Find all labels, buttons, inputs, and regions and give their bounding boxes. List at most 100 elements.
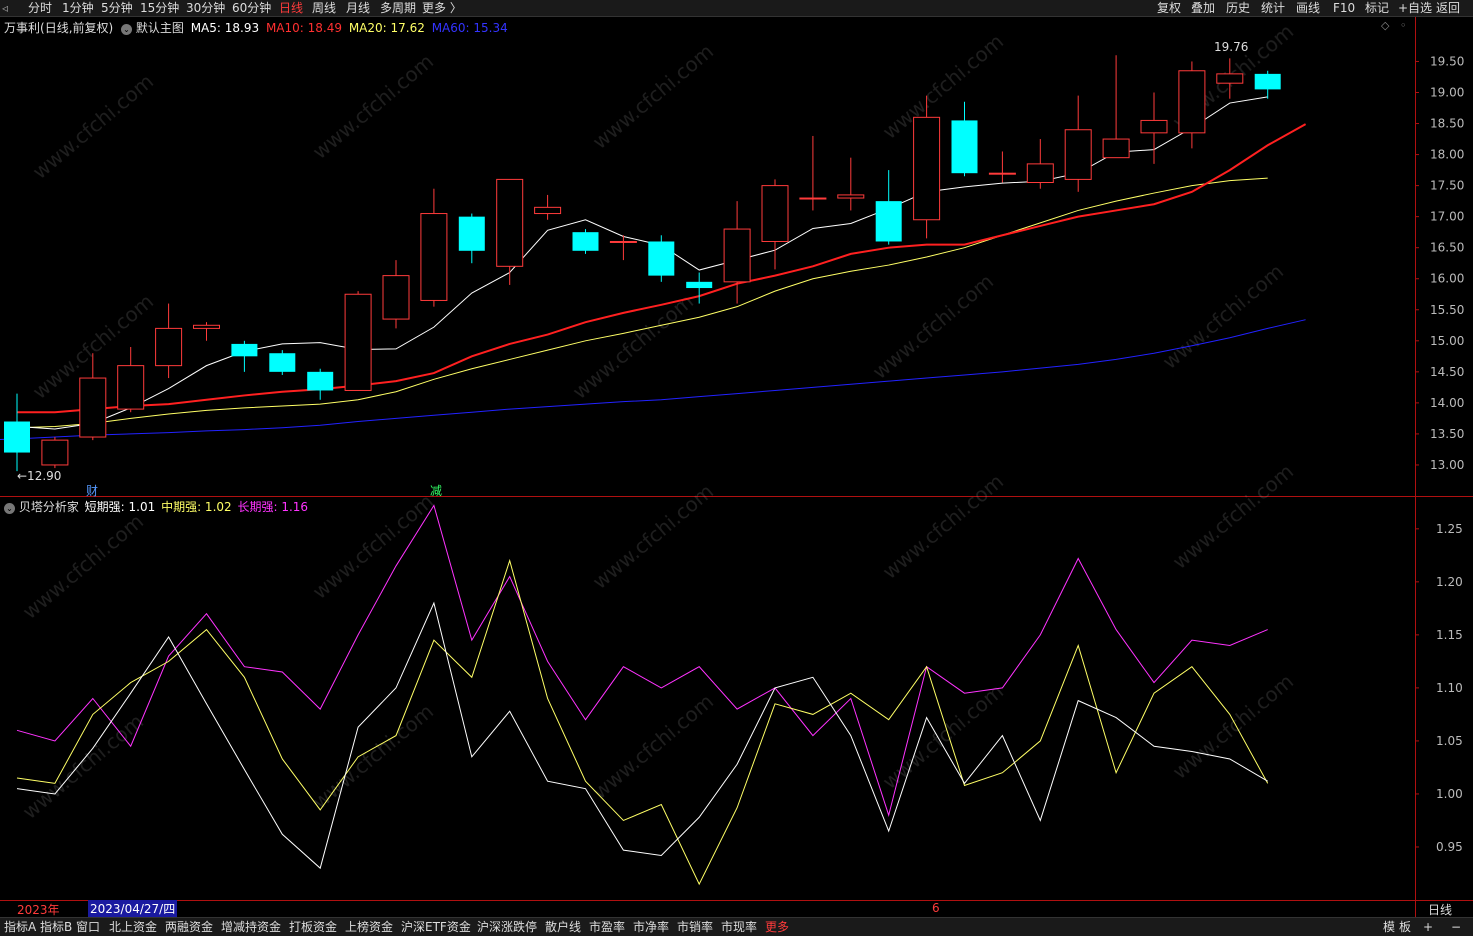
watermark-text: www.cfchi.com xyxy=(588,39,718,154)
period-indicator[interactable]: 日线 xyxy=(1428,901,1452,918)
bottom-tab-10[interactable]: 散户线 xyxy=(545,918,581,936)
chart-settings-icon[interactable]: ⌄ xyxy=(121,24,133,35)
candle xyxy=(1064,95,1092,192)
candle-body-down xyxy=(231,343,258,357)
candle-body-up xyxy=(1102,138,1130,159)
candle-body-up xyxy=(382,275,410,320)
price-tick-label: 16.00 xyxy=(1430,272,1464,286)
indicator-name[interactable]: 贝塔分析家 xyxy=(19,500,79,514)
bottom-tab-15[interactable]: 更多 xyxy=(765,918,789,936)
bottom-tab-0[interactable]: 指标A xyxy=(4,918,36,936)
ma20-label: MA20: 17.62 xyxy=(348,21,425,35)
bottom-right-0[interactable]: 模 xyxy=(1383,918,1395,936)
candle xyxy=(1102,55,1130,159)
candle-body-up xyxy=(79,377,107,438)
candle-body-down xyxy=(269,353,296,372)
bottom-tab-4[interactable]: 两融资金 xyxy=(165,918,213,936)
bottom-tab-6[interactable]: 打板资金 xyxy=(289,918,337,936)
chart-name[interactable]: 默认主图 xyxy=(136,21,184,35)
low-price-label: ←12.90 xyxy=(17,469,62,483)
candle xyxy=(117,347,145,413)
watermark-text: www.cfchi.com xyxy=(878,679,1008,794)
candle-body-up xyxy=(496,178,524,267)
price-tick-label: 13.00 xyxy=(1430,458,1464,472)
bottom-tab-5[interactable]: 增减持资金 xyxy=(221,918,281,936)
candle-body-down xyxy=(875,201,902,242)
watermark-text: www.cfchi.com xyxy=(1158,259,1288,374)
candle-body-down xyxy=(951,120,978,174)
watermark-text: www.cfchi.com xyxy=(308,49,438,164)
watermark-text: www.cfchi.com xyxy=(878,29,1008,144)
indicator-tick-label: 1.00 xyxy=(1436,787,1463,801)
price-tick-label: 13.50 xyxy=(1430,427,1464,441)
candle-body-up xyxy=(534,206,562,215)
bottom-tab-12[interactable]: 市净率 xyxy=(633,918,669,936)
candle-body-down xyxy=(572,232,599,251)
candle-body-down xyxy=(307,371,334,391)
diamond-icon[interactable]: ◇ xyxy=(1381,19,1389,32)
bottom-tab-7[interactable]: 上榜资金 xyxy=(345,918,393,936)
bottom-right-3[interactable]: − xyxy=(1451,918,1461,936)
bottom-tab-8[interactable]: 沪深ETF资金 xyxy=(401,918,471,936)
candle-body-up xyxy=(1064,129,1092,180)
candle xyxy=(193,322,220,341)
bottom-right-2[interactable]: + xyxy=(1423,918,1433,936)
candle xyxy=(761,179,789,270)
watermark-text: www.cfchi.com xyxy=(18,509,148,624)
price-tick-label: 19.50 xyxy=(1430,54,1464,68)
bottom-tabbar: 指标A 指标B 窗口 北上资金 两融资金 增减持资金 打板资金 上榜资金 沪深E… xyxy=(0,917,1473,936)
candle-body-up xyxy=(344,293,372,391)
watermark-text: www.cfchi.com xyxy=(308,489,438,604)
chart-area[interactable]: 13.00 13.50 14.00 14.50 15.00 15.50 16.00 16.50… xyxy=(0,0,1473,935)
candle-body-up xyxy=(420,213,448,301)
bottom-tab-9[interactable]: 沪深涨跌停 xyxy=(477,918,537,936)
bottom-tab-11[interactable]: 市盈率 xyxy=(589,918,625,936)
bottom-tab-13[interactable]: 市销率 xyxy=(677,918,713,936)
candle xyxy=(1140,92,1168,164)
candle-body-up xyxy=(799,197,827,200)
watermark-text: www.cfchi.com xyxy=(588,689,718,804)
event-cai[interactable]: 财 xyxy=(86,482,98,499)
candle xyxy=(458,213,485,264)
candle-body-up xyxy=(41,439,69,466)
candle xyxy=(420,188,448,307)
candle xyxy=(4,393,30,472)
candle xyxy=(155,303,183,379)
candle xyxy=(799,135,827,211)
price-tick-label: 19.00 xyxy=(1430,85,1464,99)
watermark-text: www.cfchi.com xyxy=(868,269,998,384)
candle-body-up xyxy=(988,172,1016,175)
bottom-tab-1[interactable]: 指标B xyxy=(40,918,72,936)
indicator-tick-label: 0.95 xyxy=(1436,840,1463,854)
bottom-tab-14[interactable]: 市现率 xyxy=(721,918,757,936)
bottom-tab-3[interactable]: 北上资金 xyxy=(109,918,157,936)
indicator-tick-label: 1.25 xyxy=(1436,522,1463,536)
candle-body-up xyxy=(837,194,865,199)
candle-body-up xyxy=(155,327,183,367)
watermark-text: www.cfchi.com xyxy=(308,699,438,814)
candle xyxy=(307,368,334,400)
candle xyxy=(913,95,941,239)
candle-body-up xyxy=(913,116,941,221)
candle xyxy=(837,157,865,211)
year-label: 2023年 xyxy=(17,903,60,917)
price-tick-label: 18.00 xyxy=(1430,148,1464,162)
bottom-tab-2[interactable]: 窗口 xyxy=(76,918,100,936)
candle xyxy=(951,101,978,177)
candle-body-up xyxy=(117,365,145,410)
bottom-right-1[interactable]: 板 xyxy=(1399,918,1411,936)
candle xyxy=(344,291,372,391)
candle-body-up xyxy=(723,228,751,283)
candle xyxy=(1254,70,1281,99)
watermark-text: www.cfchi.com xyxy=(18,709,148,824)
watermark-text: www.cfchi.com xyxy=(1168,669,1298,784)
price-tick-label: 15.00 xyxy=(1430,334,1464,348)
indicator-settings-icon[interactable]: ⌄ xyxy=(4,503,15,514)
candle-body-down xyxy=(458,216,485,251)
price-tick-label: 15.50 xyxy=(1430,303,1464,317)
long-strength-label: 长期强: 1.16 xyxy=(237,500,309,514)
event-jian[interactable]: 减 xyxy=(430,482,442,499)
candle-body-up xyxy=(761,185,789,242)
candle xyxy=(648,235,675,282)
watermark-text: www.cfchi.com xyxy=(878,469,1008,584)
